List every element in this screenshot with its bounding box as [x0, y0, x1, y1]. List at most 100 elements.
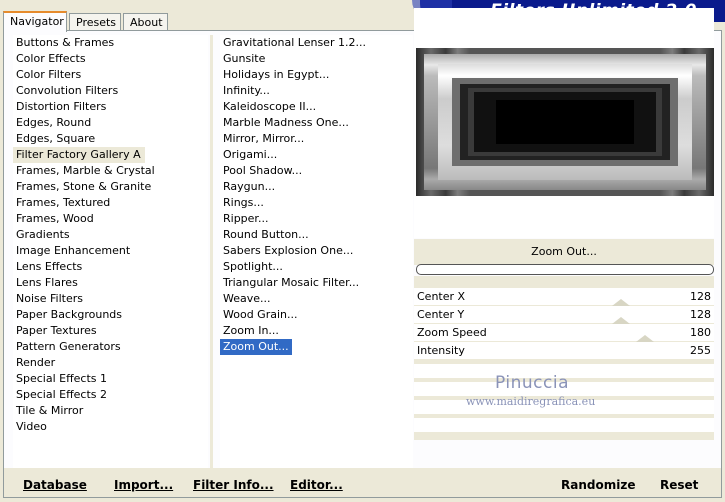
filter-item[interactable]: Gravitational Lenser 1.2... — [220, 35, 413, 51]
watermark-url: www.maidiregrafica.eu — [466, 395, 596, 408]
category-item[interactable]: Special Effects 2 — [13, 387, 208, 403]
category-item-label: Pattern Generators — [16, 340, 121, 353]
category-list[interactable]: Buttons & Frames Color Effects Color Filte… — [13, 35, 208, 471]
category-item-label: Edges, Round — [16, 116, 92, 129]
reset-button[interactable]: Reset — [660, 478, 698, 492]
category-item[interactable]: Filter Factory Gallery A — [13, 147, 208, 163]
filter-item[interactable]: Infinity... — [220, 83, 413, 99]
category-item[interactable]: Frames, Wood — [13, 211, 208, 227]
category-item-label: Frames, Marble & Crystal — [16, 164, 155, 177]
category-item[interactable]: Distortion Filters — [13, 99, 208, 115]
category-item[interactable]: Gradients — [13, 227, 208, 243]
filter-item[interactable]: Mirror, Mirror... — [220, 131, 413, 147]
filter-item[interactable]: Raygun... — [220, 179, 413, 195]
filter-item[interactable]: Ripper... — [220, 211, 413, 227]
slider-thumb[interactable] — [612, 299, 630, 306]
category-item[interactable]: Special Effects 1 — [13, 371, 208, 387]
param-value: 128 — [690, 290, 711, 303]
watermark-name: Pinuccia — [495, 373, 569, 393]
filter-list[interactable]: Gravitational Lenser 1.2... Gunsite Holida… — [220, 35, 413, 471]
category-item-label: Image Enhancement — [16, 244, 131, 257]
param-row[interactable]: Center X 128 — [414, 288, 714, 306]
category-item-label: Distortion Filters — [16, 100, 107, 113]
category-item[interactable]: Color Filters — [13, 67, 208, 83]
filter-item-label: Zoom Out... — [220, 339, 292, 355]
randomize-button[interactable]: Randomize — [561, 478, 635, 492]
slider-thumb[interactable] — [612, 317, 630, 324]
category-item-label: Frames, Textured — [16, 196, 111, 209]
filter-item[interactable]: Zoom In... — [220, 323, 413, 339]
filter-item-label: Origami... — [223, 148, 278, 161]
editor-button[interactable]: Editor... — [290, 478, 343, 492]
filter-item[interactable]: Zoom Out... — [220, 339, 413, 355]
filter-info-button[interactable]: Filter Info... — [193, 478, 274, 492]
filter-item[interactable]: Holidays in Egypt... — [220, 67, 413, 83]
category-item[interactable]: Video — [13, 419, 208, 435]
filter-item-label: Infinity... — [223, 84, 270, 97]
category-item[interactable]: Paper Backgrounds — [13, 307, 208, 323]
filter-item-label: Gunsite — [223, 52, 266, 65]
parameter-panel: Center X 128 Center Y 128 Zoom Speed 180 Inten… — [414, 276, 714, 440]
filter-item[interactable]: Pool Shadow... — [220, 163, 413, 179]
category-item[interactable]: Frames, Textured — [13, 195, 208, 211]
tab-navigator[interactable]: Navigator — [3, 11, 67, 32]
filter-item-label: Weave... — [223, 292, 271, 305]
category-item[interactable]: Lens Flares — [13, 275, 208, 291]
filter-item-label: Spotlight... — [223, 260, 283, 273]
category-item[interactable]: Frames, Marble & Crystal — [13, 163, 208, 179]
category-item[interactable]: Image Enhancement — [13, 243, 208, 259]
filter-item[interactable]: Wood Grain... — [220, 307, 413, 323]
category-item[interactable]: Noise Filters — [13, 291, 208, 307]
import-button[interactable]: Import... — [114, 478, 173, 492]
tab-presets[interactable]: Presets — [69, 13, 121, 30]
category-item-label: Color Filters — [16, 68, 82, 81]
filter-item-label: Marble Madness One... — [223, 116, 349, 129]
param-value: 180 — [690, 326, 711, 339]
category-item-label: Video — [16, 420, 47, 433]
param-row[interactable]: Zoom Speed 180 — [414, 324, 714, 342]
category-item-label: Lens Effects — [16, 260, 83, 273]
filter-item[interactable]: Weave... — [220, 291, 413, 307]
bottom-bar: Database Import... Filter Info... Editor… — [4, 468, 721, 497]
filter-item[interactable]: Spotlight... — [220, 259, 413, 275]
filter-item[interactable]: Marble Madness One... — [220, 115, 413, 131]
progress-bar — [416, 264, 714, 275]
category-list-scrollbar[interactable] — [210, 35, 213, 469]
filter-item[interactable]: Kaleidoscope II... — [220, 99, 413, 115]
param-row[interactable]: Center Y 128 — [414, 306, 714, 324]
category-item-label: Lens Flares — [16, 276, 78, 289]
filter-item[interactable]: Round Button... — [220, 227, 413, 243]
category-item[interactable]: Pattern Generators — [13, 339, 208, 355]
category-item[interactable]: Tile & Mirror — [13, 403, 208, 419]
category-item[interactable]: Buttons & Frames — [13, 35, 208, 51]
param-row-empty — [414, 418, 714, 432]
filter-item[interactable]: Gunsite — [220, 51, 413, 67]
filter-item[interactable]: Origami... — [220, 147, 413, 163]
filter-item-label: Pool Shadow... — [223, 164, 303, 177]
category-item[interactable]: Render — [13, 355, 208, 371]
category-item-label: Frames, Stone & Granite — [16, 180, 152, 193]
database-button[interactable]: Database — [23, 478, 87, 492]
category-item[interactable]: Paper Textures — [13, 323, 208, 339]
category-item-label: Render — [16, 356, 56, 369]
filter-item[interactable]: Rings... — [220, 195, 413, 211]
category-item[interactable]: Color Effects — [13, 51, 208, 67]
category-item[interactable]: Frames, Stone & Granite — [13, 179, 208, 195]
category-item[interactable]: Edges, Round — [13, 115, 208, 131]
slider-thumb[interactable] — [636, 335, 654, 342]
category-item[interactable]: Edges, Square — [13, 131, 208, 147]
filter-item-label: Rings... — [223, 196, 264, 209]
param-name: Center X — [417, 290, 466, 303]
tab-about[interactable]: About — [123, 13, 168, 30]
preview-panel — [414, 8, 714, 238]
param-row[interactable]: Intensity 255 — [414, 342, 714, 360]
filter-item[interactable]: Sabers Explosion One... — [220, 243, 413, 259]
category-item[interactable]: Lens Effects — [13, 259, 208, 275]
filter-item[interactable]: Triangular Mosaic Filter... — [220, 275, 413, 291]
preview-image — [416, 48, 714, 196]
category-item[interactable]: Convolution Filters — [13, 83, 208, 99]
filter-item-label: Round Button... — [223, 228, 309, 241]
category-item-label: Special Effects 1 — [16, 372, 108, 385]
category-item-label: Buttons & Frames — [16, 36, 115, 49]
category-item-label: Paper Backgrounds — [16, 308, 123, 321]
